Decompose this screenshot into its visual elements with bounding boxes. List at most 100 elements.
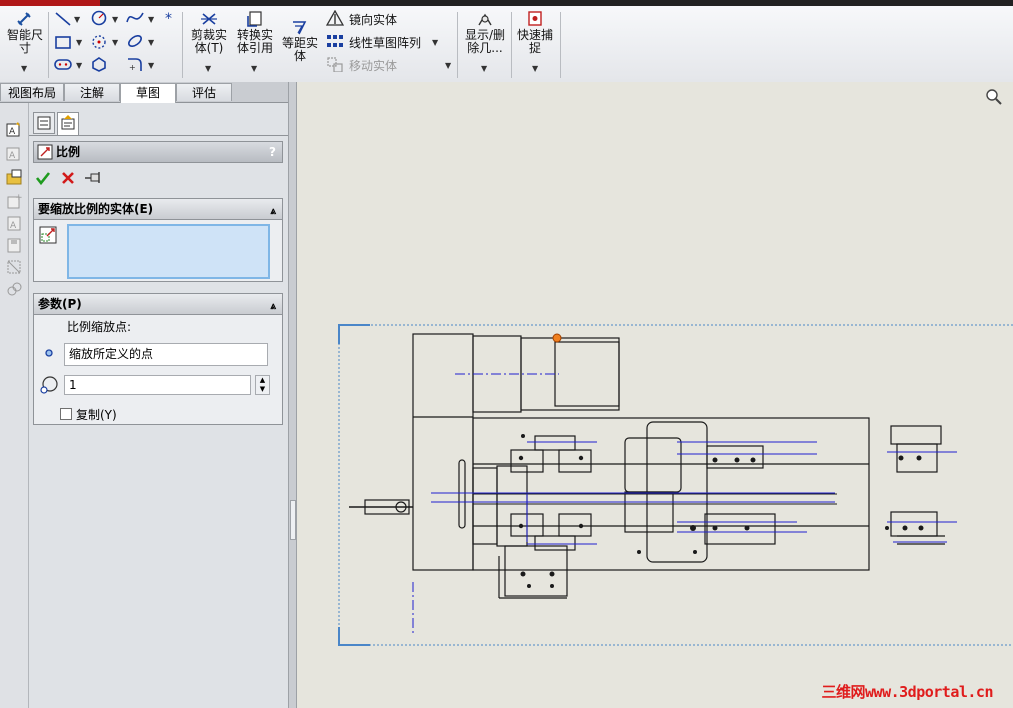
ellipse-icon[interactable] <box>126 33 144 49</box>
scale-icon <box>37 144 53 160</box>
point-icon[interactable]: * <box>165 11 172 27</box>
rectangle-dropdown[interactable]: ▼ <box>76 38 82 47</box>
trim-label: 剪裁实体(T) <box>190 28 227 55</box>
scale-point-label: 比例缩放点: <box>67 320 132 334</box>
ribbon-separator <box>511 12 512 78</box>
sketch-geometry <box>349 333 945 599</box>
pm-tab-divider <box>29 135 288 136</box>
spline-icon[interactable] <box>126 10 144 26</box>
slot-dropdown[interactable]: ▼ <box>76 61 82 70</box>
linear-pattern-dropdown[interactable]: ▼ <box>432 38 438 47</box>
pm-tab-property-manager[interactable] <box>57 112 79 136</box>
fillet-dropdown[interactable]: ▼ <box>148 61 154 70</box>
arc-dropdown[interactable]: ▼ <box>112 38 118 47</box>
quick-snap-icon <box>528 11 542 26</box>
convert-entities-icon <box>247 11 262 27</box>
tab-annotation[interactable]: 注解 <box>64 83 120 101</box>
save-icon[interactable] <box>6 237 22 253</box>
tab-evaluate[interactable]: 评估 <box>176 83 232 101</box>
move-entities-button[interactable]: 移动实体 <box>349 57 397 74</box>
circle-dropdown[interactable]: ▼ <box>112 15 118 24</box>
section-entities-title: 要缩放比例的实体(E) <box>38 202 154 216</box>
move-dropdown[interactable]: ▼ <box>445 61 451 70</box>
text-box-icon[interactable]: A <box>6 215 22 231</box>
left-tool-strip: A A + A <box>0 103 29 708</box>
arc-icon[interactable] <box>90 33 108 49</box>
copy-checkbox[interactable] <box>60 408 72 420</box>
fillet-icon[interactable]: + <box>126 56 144 72</box>
section-params-header[interactable]: 参数(P) ⩓ <box>33 293 283 315</box>
watermark: 三维网www.3dportal.cn <box>821 683 994 701</box>
scale-point-marker[interactable] <box>552 333 562 343</box>
slot-icon[interactable] <box>54 56 72 72</box>
tab-view-layout[interactable]: 视图布局 <box>0 83 64 101</box>
splitter-grip[interactable] <box>290 500 296 540</box>
ribbon-separator <box>560 12 561 78</box>
property-manager: 比例 ? 要缩放比例的实体(E) ⩓ 参数(P) ⩓ 比例缩放点: 缩放所定义的… <box>29 103 288 708</box>
folder-note-icon[interactable] <box>6 169 22 185</box>
add-icon[interactable]: + <box>6 193 22 209</box>
offset-entities-button[interactable]: 等距实体 <box>280 19 320 63</box>
mirror-entities-button[interactable]: 镜向实体 <box>349 11 397 28</box>
offset-icon <box>293 21 307 35</box>
link-icon[interactable] <box>6 281 22 297</box>
svg-text:+: + <box>15 193 22 203</box>
svg-text:A: A <box>9 127 16 137</box>
line-dropdown[interactable]: ▼ <box>74 15 80 24</box>
show-delete-dropdown[interactable]: ▼ <box>481 64 487 73</box>
scale-factor-spinner[interactable]: ▲ ▼ <box>255 375 270 395</box>
command-manager-ribbon: 智能尺寸 ▼ ▼ ▼ ▼ * ▼ ▼ ▼ ▼ + ▼ 剪裁实体(T) ▼ 转换实… <box>0 6 1013 83</box>
trim-dropdown[interactable]: ▼ <box>205 64 211 73</box>
circle-icon[interactable] <box>90 10 108 26</box>
rectangle-icon[interactable] <box>54 34 72 50</box>
pushpin-icon[interactable] <box>84 170 104 186</box>
spline-dropdown[interactable]: ▼ <box>148 15 154 24</box>
note-star-icon[interactable]: A <box>6 121 22 137</box>
ok-checkmark-icon[interactable] <box>35 170 51 186</box>
quick-snap-dropdown[interactable]: ▼ <box>532 64 538 73</box>
move-entities-icon[interactable] <box>326 56 344 72</box>
svg-text:+: + <box>129 63 136 72</box>
linear-pattern-icon[interactable] <box>326 33 344 49</box>
polygon-icon[interactable] <box>90 56 108 72</box>
smart-dimension-button[interactable]: 智能尺寸 <box>5 11 45 55</box>
relations-icon <box>478 13 492 26</box>
smart-dimension-label: 智能尺寸 <box>6 28 43 55</box>
panel-splitter[interactable] <box>288 82 297 708</box>
show-delete-relations-button[interactable]: 显示/删除几... <box>463 11 507 55</box>
ellipse-dropdown[interactable]: ▼ <box>148 38 154 47</box>
graphics-area[interactable]: 三维网www.3dportal.cn <box>297 82 1013 708</box>
scale-factor-input[interactable]: 1 <box>64 375 251 395</box>
frame-icon[interactable] <box>6 259 22 275</box>
pm-tab-feature-manager[interactable] <box>33 112 55 134</box>
scale-factor-icon <box>40 376 58 394</box>
cancel-x-icon[interactable] <box>60 170 76 186</box>
section-entities-body <box>33 220 283 282</box>
smart-dimension-icon <box>17 12 31 26</box>
tab-sketch[interactable]: 草图 <box>120 83 176 103</box>
note-edit-icon[interactable]: A <box>6 145 22 161</box>
scale-point-field[interactable]: 缩放所定义的点 <box>64 343 268 366</box>
collapse-icon[interactable]: ⩓ <box>270 297 276 317</box>
mirror-icon[interactable] <box>326 10 344 26</box>
entities-select-icon <box>39 226 57 244</box>
quick-snaps-button[interactable]: 快速捕捉 <box>515 11 555 55</box>
ribbon-separator <box>457 12 458 78</box>
section-params-title: 参数(P) <box>38 297 82 311</box>
section-entities-header[interactable]: 要缩放比例的实体(E) ⩓ <box>33 198 283 220</box>
collapse-icon[interactable]: ⩓ <box>270 202 276 222</box>
entities-selection-box[interactable] <box>67 224 270 279</box>
ribbon-separator <box>48 12 49 78</box>
linear-pattern-button[interactable]: 线性草图阵列 <box>349 34 421 51</box>
property-manager-icon <box>61 115 75 130</box>
smart-dimension-dropdown[interactable]: ▼ <box>21 64 27 73</box>
command-tabs: 视图布局 注解 草图 评估 <box>0 82 288 103</box>
convert-entities-button[interactable]: 转换实体引用 <box>234 11 276 55</box>
line-icon[interactable] <box>54 11 72 27</box>
svg-text:A: A <box>9 151 16 161</box>
help-icon[interactable]: ? <box>269 142 276 162</box>
sketch-drawing[interactable] <box>297 82 1013 708</box>
trim-entities-button[interactable]: 剪裁实体(T) <box>189 11 229 55</box>
offset-label: 等距实体 <box>281 36 318 63</box>
convert-dropdown[interactable]: ▼ <box>251 64 257 73</box>
